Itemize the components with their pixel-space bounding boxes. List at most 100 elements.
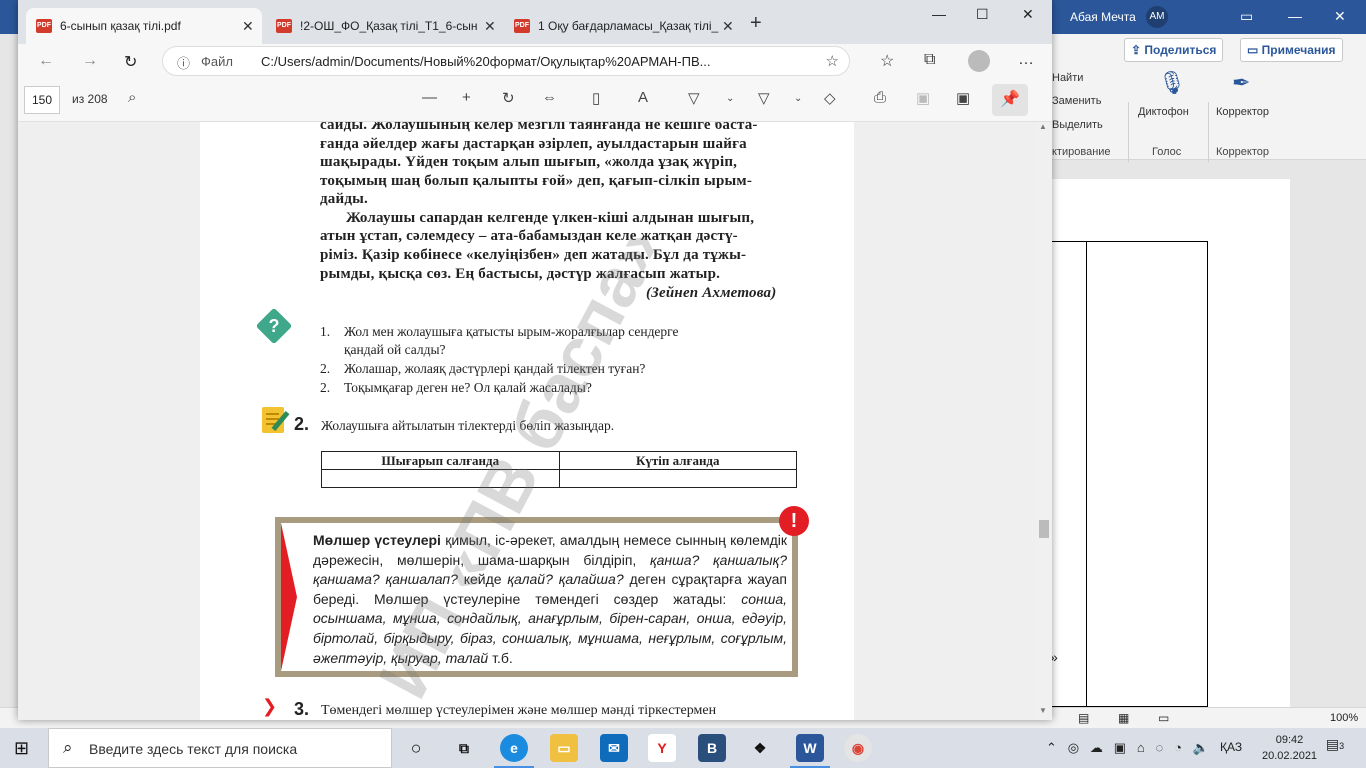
dictate-button[interactable]: Диктофон [1138, 106, 1189, 118]
save-as-icon[interactable]: ▣ [956, 89, 970, 107]
print-layout-icon[interactable]: ▦ [1118, 711, 1129, 725]
editing-group-label: ктирование [1052, 146, 1111, 158]
close-tab-icon[interactable]: ✕ [484, 18, 496, 35]
text-line: рымды, қысқа сөз. Ең бастысы, дәстүр жал… [320, 266, 721, 282]
editor-button[interactable]: Корректор [1216, 106, 1269, 118]
fit-width-icon[interactable]: ⇔ [542, 89, 557, 106]
zoom-in-icon[interactable]: + [462, 89, 471, 106]
pdf-viewer[interactable]: саиды. Жолаушының келер мезгілі таянғанд… [18, 122, 1052, 720]
close-tab-icon[interactable]: ✕ [242, 18, 254, 35]
system-tray-icons[interactable]: ⌃ ◎ ☁ ▣ ⌂ ◌ ◔ 🔈 [1046, 740, 1209, 756]
b-app-icon[interactable]: B [698, 734, 726, 762]
chrome-icon[interactable]: ◉ [844, 734, 872, 762]
notification-icon[interactable]: ▤3 [1322, 736, 1348, 760]
table-header: Күтіп алғанда [558, 451, 797, 470]
word-icon[interactable]: W [790, 734, 830, 768]
question-mark: ? [268, 316, 280, 336]
maximize-icon[interactable]: ☐ [976, 6, 989, 23]
zoom-out-icon[interactable]: — [422, 89, 437, 106]
chevron-down-icon[interactable]: ⌄ [794, 93, 802, 104]
word-ribbon: ⇪ Поделиться ▭ Примечания Найти Заменить… [1052, 34, 1366, 190]
select-button[interactable]: Выделить [1052, 119, 1103, 131]
replace-button[interactable]: Заменить [1052, 95, 1101, 107]
share-label: Поделиться [1144, 43, 1217, 57]
voice-group-label: Голос [1152, 146, 1182, 158]
web-layout-icon[interactable]: ▭ [1158, 711, 1169, 725]
new-tab-icon[interactable]: + [750, 12, 762, 35]
rule-text: Мөлшер үстеулері қимыл, іс-әрекет, амалд… [313, 531, 787, 668]
word-page[interactable]: » [1050, 179, 1290, 707]
table-cell [558, 469, 797, 488]
tab-label: !2-ОШ_ФО_Қазақ тілі_Т1_6-сын [300, 19, 478, 33]
zoom-level[interactable]: 100% [1330, 712, 1358, 724]
editor-pen-icon[interactable]: ✒ [1232, 70, 1250, 96]
question-number: 1. [320, 324, 331, 339]
address-field[interactable]: ⓘ Файл C:/Users/admin/Documents/Новый%20… [162, 46, 850, 76]
highlight-icon[interactable]: ▽ [758, 89, 770, 107]
minimize-icon[interactable]: — [1288, 8, 1302, 24]
vertical-scrollbar[interactable]: ▲ ▼ [1036, 122, 1052, 720]
close-tab-icon[interactable]: ✕ [722, 18, 734, 35]
red-marker [281, 523, 297, 671]
edge-icon[interactable]: e [494, 734, 534, 768]
taskbar-search[interactable]: ⌕ Введите здесь текст для поиска [48, 728, 392, 768]
task-number: 2. [294, 414, 310, 434]
text-line: тоқымың шаң болып қалыпты ғой» деп, қағы… [320, 173, 753, 189]
search-icon[interactable]: ⌕ [128, 89, 136, 106]
info-icon[interactable]: ⓘ [177, 53, 190, 72]
mail-icon[interactable]: ✉ [600, 734, 628, 762]
page-view-icon[interactable]: ▯ [592, 89, 600, 107]
pin-toolbar-icon[interactable]: 📌 [992, 84, 1028, 116]
tab-curriculum[interactable]: PDF 1 Оқу бағдарламасы_Қазақ тілі_ [504, 8, 736, 44]
cortana-icon[interactable]: ○ [402, 734, 430, 762]
forward-icon[interactable]: → [82, 52, 98, 70]
erase-icon[interactable]: ◇ [824, 89, 836, 107]
scroll-up-icon[interactable]: ▲ [1039, 122, 1047, 131]
page-number-input[interactable]: 150 [24, 86, 60, 114]
tab-assessment[interactable]: PDF !2-ОШ_ФО_Қазақ тілі_Т1_6-сын [266, 8, 500, 44]
yandex-icon[interactable]: Y [648, 734, 676, 762]
profile-icon[interactable] [968, 50, 990, 72]
add-favorite-icon[interactable]: ☆ [826, 52, 839, 70]
draw-icon[interactable]: ▽ [688, 89, 700, 107]
language-indicator[interactable]: ҚАЗ [1220, 740, 1242, 754]
collections-icon[interactable]: ⧉ [924, 51, 935, 69]
search-icon: ⌕ [63, 738, 73, 757]
save-icon[interactable]: ▣ [916, 89, 930, 107]
minimize-icon[interactable]: — [932, 6, 946, 22]
scroll-down-icon[interactable]: ▼ [1039, 706, 1047, 715]
rotate-icon[interactable]: ↻ [502, 89, 515, 107]
close-window-icon[interactable]: ✕ [1022, 6, 1034, 23]
file-explorer-icon[interactable]: ▭ [550, 734, 578, 762]
more-icon[interactable]: … [1018, 51, 1034, 69]
table-header: Шығарып салғанда [321, 451, 560, 470]
back-icon[interactable]: ← [38, 52, 54, 70]
share-button[interactable]: ⇪ Поделиться [1124, 38, 1224, 62]
find-button[interactable]: Найти [1052, 72, 1083, 84]
print-icon[interactable]: ⎙ [874, 89, 886, 106]
read-mode-icon[interactable]: ▤ [1078, 711, 1089, 725]
answer-table: Шығарып салғанда Күтіп алғанда [321, 451, 797, 488]
avatar[interactable]: АМ [1146, 6, 1168, 28]
chevron-down-icon[interactable]: ⌄ [726, 93, 734, 104]
refresh-icon[interactable]: ↻ [124, 52, 137, 72]
microphone-icon[interactable]: 🎙 [1158, 70, 1186, 96]
user-name: Абая Мечта [1070, 10, 1136, 24]
dropbox-icon[interactable]: ❖ [746, 734, 774, 762]
tab-pdf-6-grade[interactable]: PDF 6-сынып қазақ тілі.pdf [26, 8, 262, 44]
task-text: Жолаушыға айтылатын тілектерді бөліп жаз… [321, 418, 615, 433]
favorites-icon[interactable]: ☆ [880, 51, 894, 71]
scroll-thumb[interactable] [1039, 520, 1049, 538]
browser-window: PDF 6-сынып қазақ тілі.pdf ✕ PDF !2-ОШ_ФО_… [18, 0, 1052, 720]
windows-start-icon[interactable]: ⊞ [14, 738, 29, 759]
ribbon-display-icon[interactable]: ▭ [1240, 8, 1253, 25]
tab-strip: PDF 6-сынып қазақ тілі.pdf ✕ PDF !2-ОШ_ФО_… [18, 0, 1052, 44]
task-view-icon[interactable]: ⧉ [450, 734, 478, 762]
rule-questions: қалай? қалайша? [507, 571, 624, 588]
close-icon[interactable]: ✕ [1334, 8, 1346, 25]
question-text: Жолашар, жолаяқ дәстүрлері қандай тілект… [344, 361, 646, 376]
read-aloud-icon[interactable]: A [638, 89, 648, 106]
notes-button[interactable]: ▭ Примечания [1240, 38, 1343, 62]
clock[interactable]: 09:42 20.02.2021 [1262, 732, 1317, 764]
page-count: из 208 [72, 92, 108, 106]
